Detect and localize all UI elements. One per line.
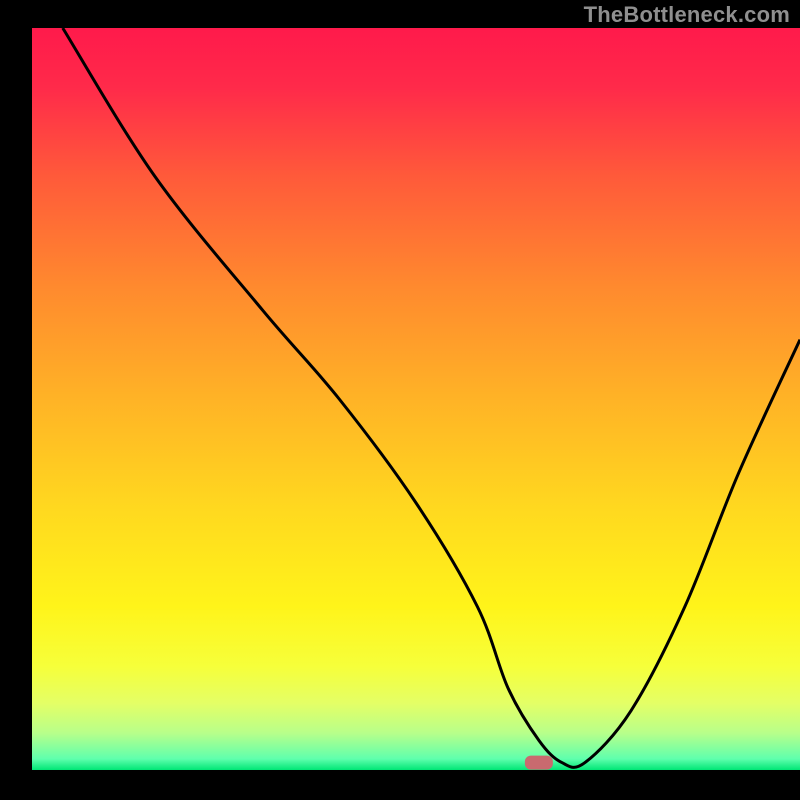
chart-frame: { "watermark": "TheBottleneck.com", "cha… [0,0,800,800]
optimal-marker [525,756,553,770]
gradient-background [32,28,800,770]
bottleneck-chart [0,0,800,800]
